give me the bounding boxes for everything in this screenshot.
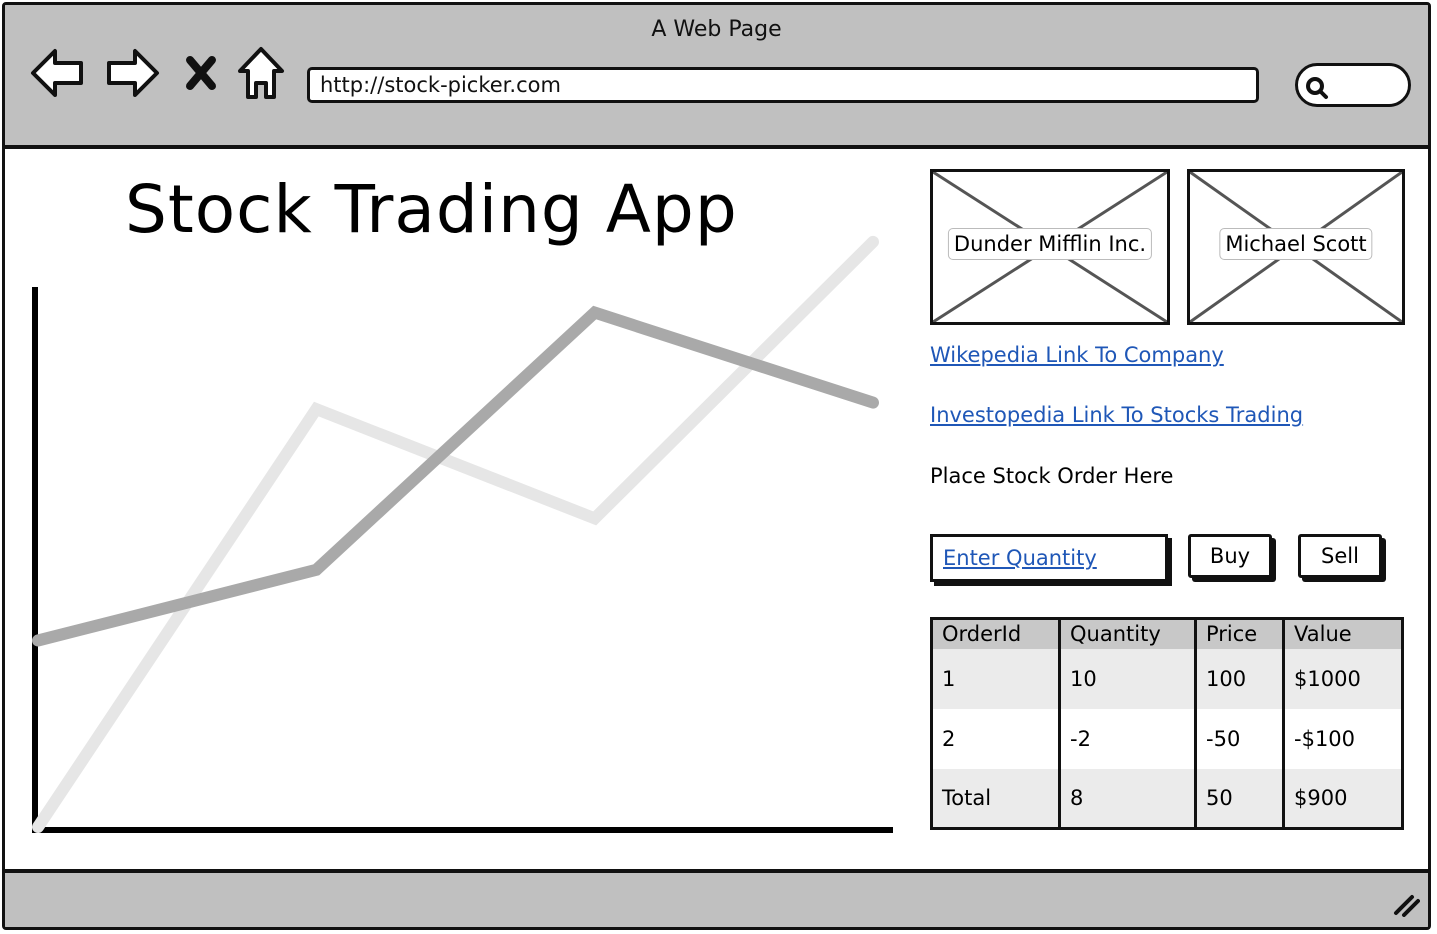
column-header: OrderId	[942, 622, 1022, 647]
table-cell: 100	[1194, 648, 1284, 709]
url-bar[interactable]: http://stock-picker.com	[307, 67, 1259, 103]
orders-table: OrderId Quantity Price Value 1 10 100 $1…	[930, 617, 1404, 830]
table-row: 1 10 100 $1000	[931, 648, 1403, 709]
table-cell: 10	[1058, 648, 1196, 709]
arrow-left-icon	[29, 47, 85, 103]
table-cell: Total	[942, 785, 992, 810]
home-icon	[236, 45, 286, 105]
company-image: Dunder Mifflin Inc.	[930, 169, 1170, 325]
search-box[interactable]	[1295, 63, 1411, 107]
person-image-label: Michael Scott	[1219, 228, 1373, 260]
column-header: Value	[1282, 618, 1403, 649]
browser-toolbar: A Web Page http://stock-picker.com	[5, 5, 1428, 149]
status-bar	[5, 869, 1428, 927]
forward-button[interactable]	[103, 47, 163, 103]
stop-button[interactable]	[181, 47, 221, 103]
line-chart	[32, 235, 893, 833]
browser-window: A Web Page http://stock-picker.com Stock…	[2, 2, 1431, 930]
close-icon	[184, 54, 218, 96]
series-line-1	[32, 305, 879, 647]
company-image-label: Dunder Mifflin Inc.	[947, 228, 1153, 260]
series-line-2	[32, 235, 879, 833]
order-heading: Place Stock Order Here	[930, 464, 1174, 488]
home-button[interactable]	[233, 47, 289, 103]
resize-grip-icon[interactable]	[1390, 891, 1420, 921]
investopedia-link[interactable]: Investopedia Link To Stocks Trading	[930, 403, 1303, 427]
table-cell: 50	[1194, 768, 1284, 829]
back-button[interactable]	[27, 47, 87, 103]
table-cell: $900	[1282, 768, 1403, 829]
arrow-right-icon	[105, 47, 161, 103]
buy-button[interactable]: Buy	[1188, 534, 1272, 578]
page-content: Stock Trading App Dunder Mifflin Inc. Mi…	[5, 149, 1428, 869]
table-cell: 2	[942, 726, 956, 751]
table-cell: 1	[942, 666, 956, 691]
table-row-total: Total 8 50 $900	[931, 768, 1403, 829]
person-image: Michael Scott	[1187, 169, 1405, 325]
quantity-input[interactable]: Enter Quantity	[930, 534, 1168, 582]
table-cell: $1000	[1282, 648, 1403, 709]
window-title: A Web Page	[651, 17, 782, 42]
sell-button[interactable]: Sell	[1298, 534, 1382, 578]
table-cell: 8	[1058, 768, 1196, 829]
wikipedia-link[interactable]: Wikepedia Link To Company	[930, 343, 1224, 367]
table-header-row: OrderId Quantity Price Value	[931, 618, 1403, 649]
column-header: Price	[1194, 618, 1284, 649]
table-cell: -50	[1194, 708, 1284, 769]
table-row: 2 -2 -50 -$100	[931, 708, 1403, 769]
table-cell: -$100	[1282, 708, 1403, 769]
table-cell: -2	[1058, 708, 1196, 769]
column-header: Quantity	[1058, 618, 1196, 649]
